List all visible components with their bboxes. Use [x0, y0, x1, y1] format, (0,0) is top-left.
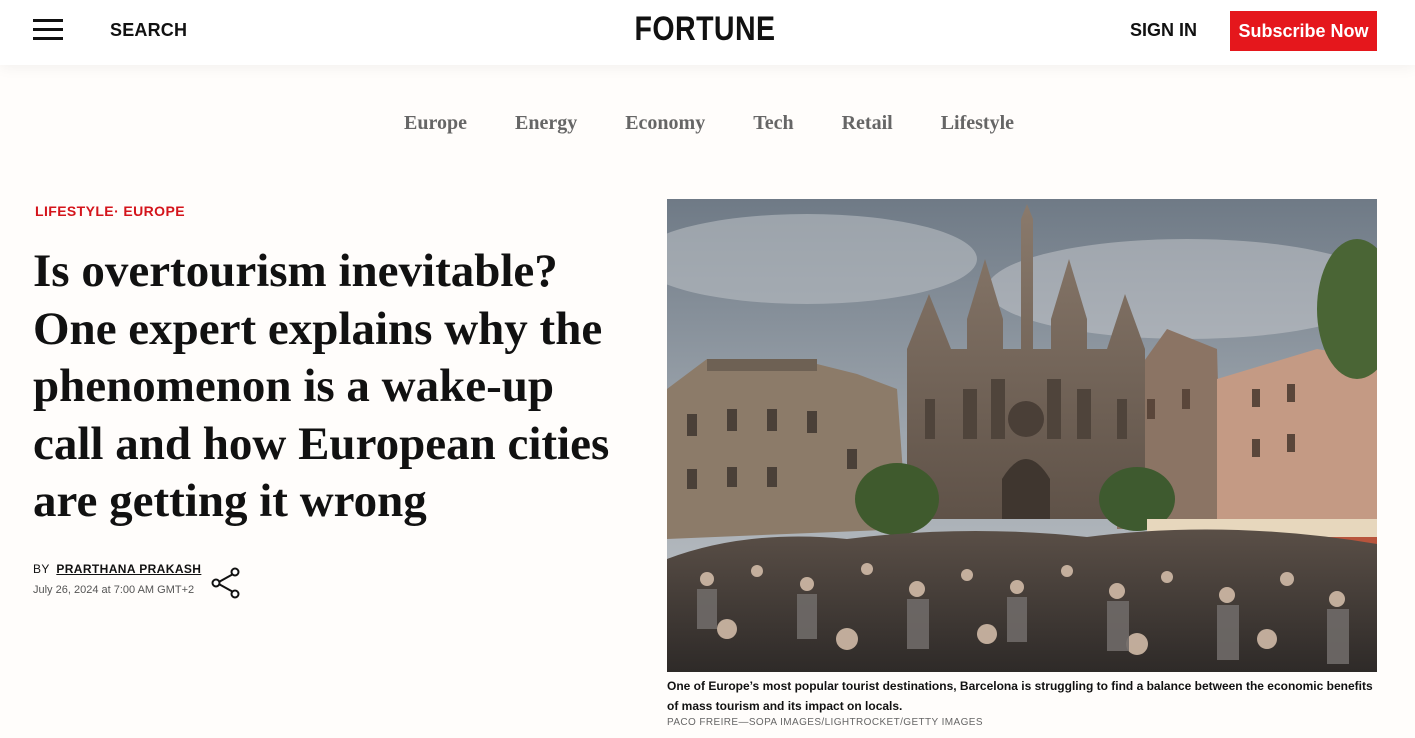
article-headline: Is overtourism inevitable? One expert ex… [33, 245, 610, 527]
hamburger-menu-icon[interactable] [33, 19, 63, 41]
nav-item-tech[interactable]: Tech [753, 112, 793, 135]
fortune-logo[interactable]: FORTUNE [635, 10, 776, 48]
image-credit: PACO FREIRE—SOPA IMAGES/LIGHTROCKET/GETT… [667, 717, 983, 728]
image-caption: One of Europe’s most popular tourist des… [667, 679, 1373, 713]
article-hero-image [667, 199, 1377, 672]
nav-item-energy[interactable]: Energy [515, 112, 577, 135]
publish-date: July 26, 2024 at 7:00 AM GMT+2 [33, 584, 195, 596]
share-icon[interactable] [209, 566, 243, 600]
byline: BY PRARTHANA PRAKASH [33, 562, 201, 576]
nav-item-europe[interactable]: Europe [404, 112, 467, 135]
category-nav: Europe Energy Economy Tech Retail Lifest… [0, 112, 1415, 135]
site-header: SEARCH FORTUNE SIGN IN Subscribe Now [0, 0, 1415, 65]
nav-item-economy[interactable]: Economy [625, 112, 705, 135]
nav-item-retail[interactable]: Retail [842, 112, 893, 135]
nav-item-lifestyle[interactable]: Lifestyle [941, 112, 1014, 135]
section-tag-lifestyle[interactable]: LIFESTYLE [35, 203, 114, 219]
by-label: BY [33, 562, 50, 576]
section-tags: LIFESTYLE· EUROPE [35, 203, 185, 219]
sign-in-link[interactable]: SIGN IN [1130, 20, 1197, 41]
search-link[interactable]: SEARCH [110, 20, 187, 41]
author-link[interactable]: PRARTHANA PRAKASH [56, 562, 201, 576]
subscribe-button[interactable]: Subscribe Now [1230, 11, 1377, 51]
section-separator: · [114, 203, 120, 219]
section-tag-europe[interactable]: EUROPE [123, 203, 185, 219]
